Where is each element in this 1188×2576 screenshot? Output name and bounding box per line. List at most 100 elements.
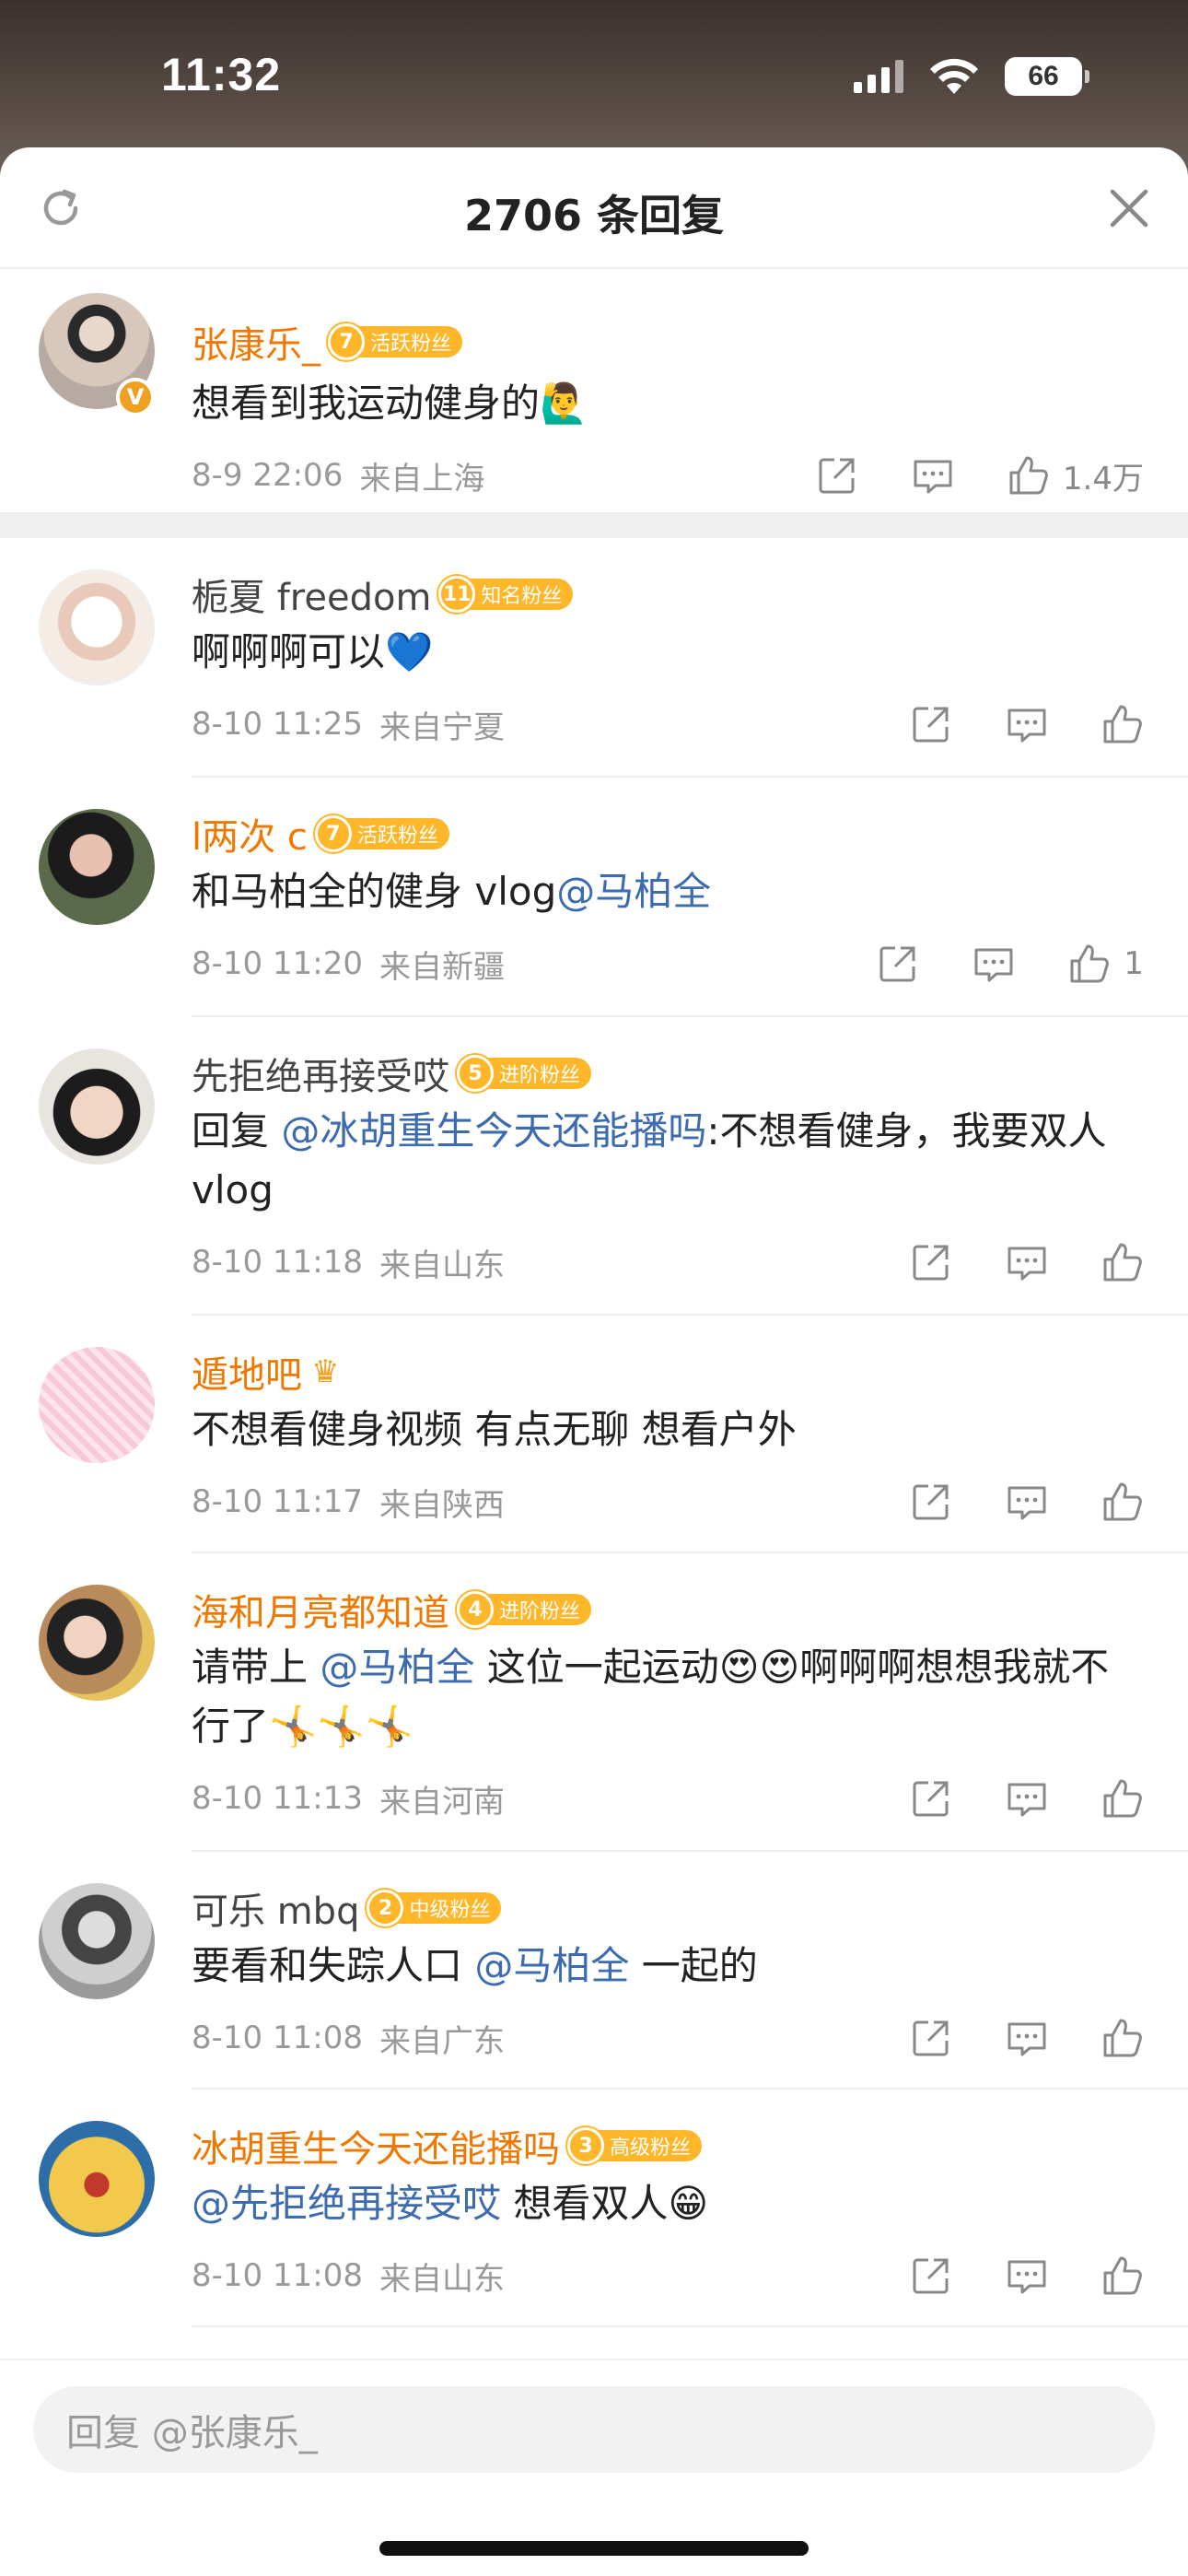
like-icon[interactable] [1068,943,1111,985]
fan-badge: 7 活跃粉丝 [328,323,463,360]
comment-meta: 8-10 11:13 来自河南 [192,1756,1188,1841]
comment-date: 8-10 11:08 [192,2257,363,2294]
like-icon[interactable] [1101,2017,1144,2059]
original-comment: V 张康乐_ 7 活跃粉丝 想看到我运动健身的🙋‍♂️ 8-9 22:06 来自… [0,269,1188,512]
comment-text: @先拒绝再接受哎 想看双人😁 [192,2181,709,2226]
sheet-header: 2706 条回复 [0,147,1188,269]
share-icon[interactable] [910,2254,952,2297]
comment-location: 来自广东 [379,2022,505,2060]
comment-icon[interactable] [912,454,954,497]
comment-actions [856,1220,1144,1305]
comment-text: 不想看健身视频 有点无聊 想看户外 [192,1407,797,1452]
comment-icon[interactable] [1006,1241,1048,1283]
fan-badge: 5 进阶粉丝 [457,1055,592,1092]
reply-input[interactable]: 回复 @张康乐_ [33,2386,1155,2473]
username[interactable]: 遁地吧 [192,1345,302,1399]
mention-link[interactable]: @马柏全 [320,1645,474,1690]
list-item: 可乐 mbq 2 中级粉丝 要看和失踪人口 @马柏全 一起的 8-10 11:08… [0,1852,1188,2088]
comment-location: 来自新疆 [379,948,505,986]
list-item: 海和月亮都知道 4 进阶粉丝 请带上 @马柏全 这位一起运动😍😍啊啊啊想想我就不行… [0,1553,1188,1850]
page-title: 2706 条回复 [463,191,725,240]
comment-meta: 8-10 11:08 来自山东 [192,2233,1188,2318]
fan-badge: 11 知名粉丝 [438,576,574,613]
comment-icon[interactable] [1006,2017,1048,2059]
battery-icon: 66 [1005,57,1089,96]
like-icon[interactable] [1101,1481,1144,1523]
like-count: 1 [1124,945,1144,982]
comment-actions [856,1459,1144,1544]
mention-link[interactable]: @冰胡重生今天还能播吗 [281,1108,706,1153]
comment-location: 来自河南 [379,1783,505,1821]
mention-link[interactable]: @马柏全 [556,869,711,914]
comment-date: 8-10 11:17 [192,1483,363,1520]
avatar[interactable] [39,1048,155,1165]
comment-actions [856,682,1144,767]
close-icon[interactable] [1109,188,1149,228]
wifi-icon [930,58,978,94]
comment-text: 要看和失踪人口 @马柏全 一起的 [192,1943,758,1988]
comment-actions: 1.4万 [763,433,1144,518]
comment-text: 啊啊啊可以💙 [192,629,434,674]
comment-icon[interactable] [973,943,1015,985]
share-icon[interactable] [910,1481,952,1523]
comment-icon[interactable] [1006,1777,1048,1820]
avatar[interactable] [39,809,155,925]
home-indicator [379,2541,809,2556]
username[interactable]: 可乐 mbq [192,1881,359,1935]
fan-badge: 3 高级粉丝 [567,2127,703,2164]
comment-date: 8-10 11:08 [192,2020,363,2056]
comment-location: 来自宁夏 [379,708,505,746]
share-icon[interactable] [910,2017,952,2059]
username[interactable]: 冰胡重生今天还能播吗 [192,2119,560,2172]
username[interactable]: l两次 c [192,807,308,861]
username[interactable]: 栀夏 freedom [192,568,431,621]
share-icon[interactable] [910,703,952,745]
comment-actions [856,1996,1144,2080]
list-item: 遁地吧 ♛ 不想看健身视频 有点无聊 想看户外 8-10 11:17 来自陕西 [0,1316,1188,1551]
fan-badge: 4 进阶粉丝 [457,1591,592,1628]
replies-sheet: 2706 条回复 V 张康乐_ 7 活跃粉丝 想看到我运动健身的🙋‍♂️ 8-9… [0,147,1188,2576]
comment-location: 来自陕西 [379,1486,505,1524]
avatar[interactable] [39,1347,155,1463]
comment-location: 来自山东 [379,1247,505,1284]
like-icon[interactable] [1101,1241,1144,1283]
comment-date: 8-10 11:20 [192,945,363,982]
username[interactable]: 先拒绝再接受哎 [192,1047,449,1100]
like-icon[interactable] [1007,454,1050,497]
row-divider [192,2325,1188,2327]
list-item: l两次 c 7 活跃粉丝 和马柏全的健身 vlog@马柏全 8-10 11:20 … [0,778,1188,1015]
comment-date: 8-10 11:13 [192,1780,363,1817]
mention-link[interactable]: @马柏全 [474,1943,629,1988]
avatar[interactable] [39,1883,155,1999]
comment-meta: 8-10 11:08 来自广东 [192,1996,1188,2080]
mention-link[interactable]: @先拒绝再接受哎 [192,2181,501,2226]
like-icon[interactable] [1101,2254,1144,2297]
comment-meta: 8-9 22:06 来自上海 1.4万 [192,433,1188,518]
comment-icon[interactable] [1006,1481,1048,1523]
like-count: 1.4万 [1062,460,1144,498]
comment-text: 和马柏全的健身 vlog@马柏全 [192,869,712,914]
comment-icon[interactable] [1006,2254,1048,2297]
status-icons: 66 [854,57,1089,96]
share-icon[interactable] [910,1777,952,1820]
username[interactable]: 张康乐_ [192,315,320,369]
comment-date: 8-9 22:06 [192,457,344,494]
share-icon[interactable] [910,1241,952,1283]
comment-meta: 8-10 11:17 来自陕西 [192,1459,1188,1544]
comment-text: 想看到我运动健身的🙋‍♂️ [192,381,588,426]
like-icon[interactable] [1101,703,1144,745]
list-item: 栀夏 freedom 11 知名粉丝 啊啊啊可以💙 8-10 11:25 来自宁夏 [0,538,1188,776]
avatar[interactable] [39,569,155,685]
comment-icon[interactable] [1006,703,1048,745]
avatar[interactable] [39,1585,155,1701]
share-icon[interactable] [816,454,858,497]
comment-location: 来自山东 [379,2260,505,2298]
username[interactable]: 海和月亮都知道 [192,1583,449,1636]
like-icon[interactable] [1101,1777,1144,1820]
avatar[interactable] [39,2121,155,2237]
share-icon[interactable] [877,943,919,985]
comment-location: 来自上海 [359,460,485,498]
list-item: 先拒绝再接受哎 5 进阶粉丝 回复 @冰胡重生今天还能播吗:不想看健身，我要双人 … [0,1017,1188,1314]
list-item: 冰胡重生今天还能播吗 3 高级粉丝 @先拒绝再接受哎 想看双人😁 8-10 11:… [0,2090,1188,2325]
comment-actions [856,1756,1144,1841]
